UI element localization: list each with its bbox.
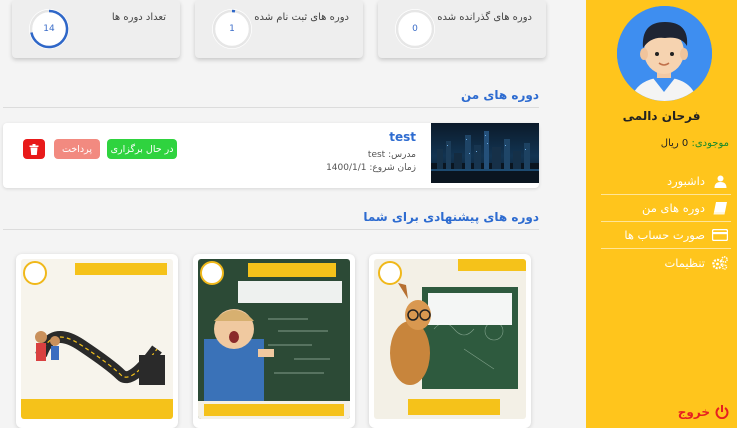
- course-row[interactable]: test مدرس: test زمان شروع: 1400/1/1 در ح…: [3, 123, 539, 188]
- power-icon: [715, 405, 729, 419]
- sidebar-item-settings[interactable]: تنظیمات: [601, 249, 731, 276]
- sidebar-item-label: داشبورد: [666, 174, 705, 188]
- sidebar: فرحان دالمی موجودی: 0 ریال داشبورد دوره …: [586, 0, 737, 428]
- suggested-course-card[interactable]: [369, 254, 531, 428]
- trash-icon: [29, 143, 39, 155]
- sidebar-item-my-courses[interactable]: دوره های من: [601, 195, 731, 222]
- sidebar-item-label: دوره های من: [641, 201, 705, 215]
- delete-button[interactable]: [23, 139, 45, 159]
- sidebar-item-invoices[interactable]: صورت حساب ها: [601, 222, 731, 249]
- course-poster-road[interactable]: [21, 259, 173, 419]
- stat-value: 1: [229, 24, 235, 34]
- city-skyline-image: [431, 131, 539, 183]
- my-courses-title: دوره های من: [460, 88, 539, 102]
- divider: [3, 107, 539, 108]
- book-icon: [711, 201, 729, 215]
- credit-card-icon: [711, 229, 729, 241]
- course-thumbnail[interactable]: [431, 123, 539, 183]
- stat-progress-circle: 1: [212, 9, 252, 49]
- stat-card-courses-total: تعداد دوره ها 14: [12, 0, 180, 58]
- sidebar-item-label: تنظیمات: [664, 255, 705, 270]
- suggested-course-card[interactable]: [16, 254, 178, 428]
- boy-at-chalkboard-image: [198, 261, 350, 419]
- course-title-link[interactable]: test: [389, 130, 416, 144]
- stat-value: 14: [43, 24, 55, 34]
- balance-label: موجودی:: [691, 138, 729, 149]
- course-status-button[interactable]: در حال برگزاری: [107, 139, 177, 159]
- user-icon: [711, 175, 729, 188]
- sidebar-item-dashboard[interactable]: داشبورد: [601, 168, 731, 195]
- stat-card-completed: دوره های گذرانده شده 0: [378, 0, 546, 58]
- stat-label: دوره های ثبت نام شده: [254, 12, 349, 23]
- user-avatar[interactable]: [617, 6, 712, 101]
- stat-value: 0: [412, 24, 418, 34]
- balance: موجودی: 0 ریال: [661, 138, 729, 149]
- kangaroo-poster-image: [374, 259, 526, 415]
- stat-progress-circle: 0: [395, 9, 435, 49]
- stat-card-enrolled: دوره های ثبت نام شده 1: [195, 0, 363, 58]
- stat-progress-circle: 14: [29, 9, 69, 49]
- divider: [3, 229, 539, 230]
- suggested-course-card[interactable]: [193, 254, 355, 428]
- gears-icon: [711, 255, 729, 270]
- course-poster-problem-solving[interactable]: [198, 259, 350, 419]
- logout-label: خروج: [677, 405, 710, 419]
- logout-button[interactable]: خروج: [678, 405, 729, 419]
- sidebar-menu: داشبورد دوره های من صورت حساب ها تنظیمات: [601, 168, 731, 276]
- course-teacher: مدرس: test: [367, 150, 416, 160]
- course-start-date: زمان شروع: 1400/1/1: [326, 163, 416, 173]
- sidebar-item-label: صورت حساب ها: [624, 228, 705, 242]
- balance-value: 0 ریال: [660, 138, 689, 149]
- kids-on-road-image: [21, 261, 173, 419]
- stat-label: تعداد دوره ها: [111, 12, 166, 23]
- stat-label: دوره های گذرانده شده: [437, 12, 532, 23]
- user-name: فرحان دالمی: [622, 109, 701, 123]
- pay-button[interactable]: پرداخت: [54, 139, 100, 159]
- course-poster-kangaroo[interactable]: [374, 259, 526, 419]
- suggested-courses-title: دوره های پیشنهادی برای شما: [363, 210, 539, 224]
- avatar-illustration: [617, 6, 712, 101]
